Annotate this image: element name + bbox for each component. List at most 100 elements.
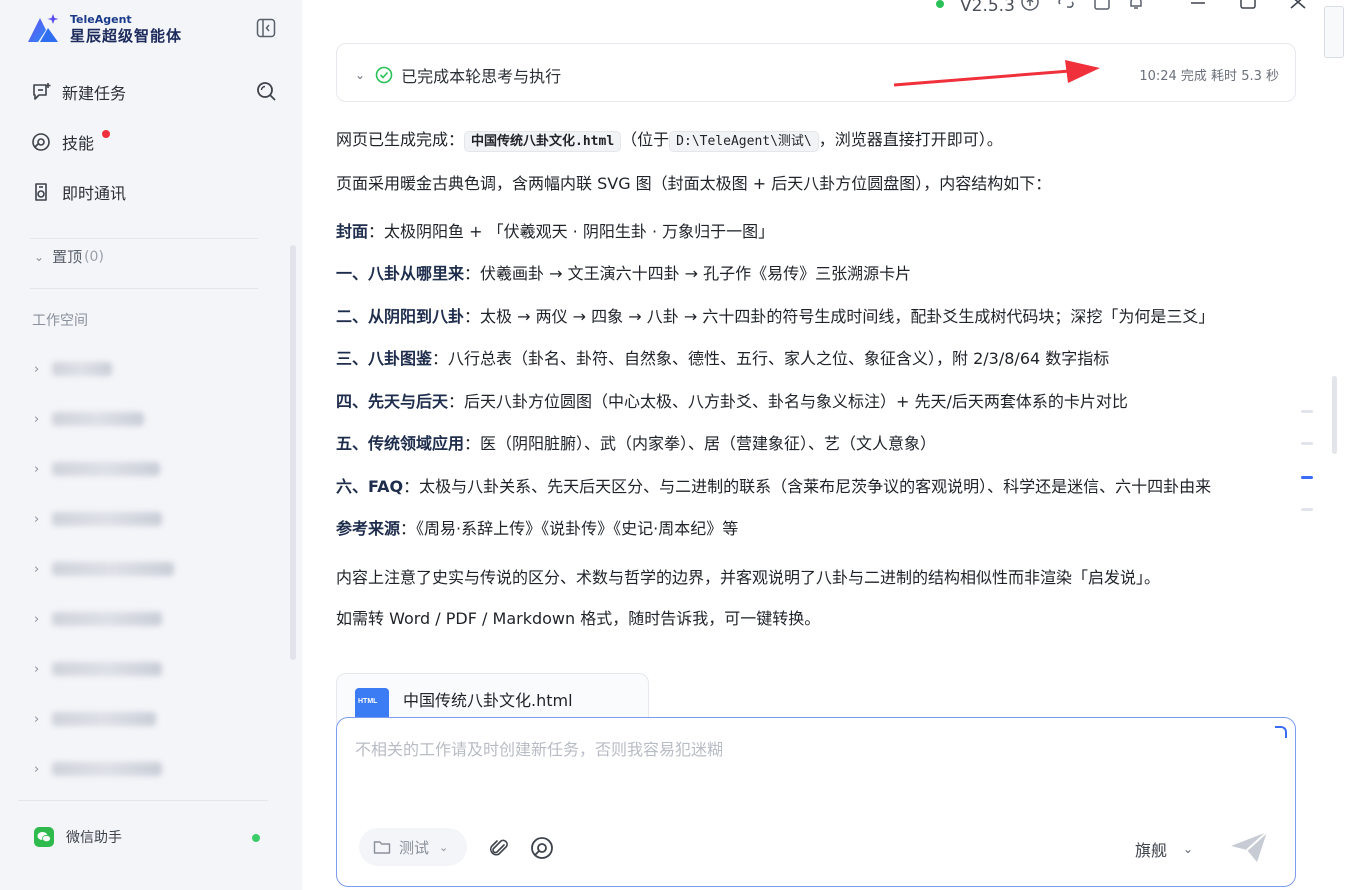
chevron-down-icon: ⌄ [439, 840, 449, 854]
section-line: 参考来源：《周易·系辞上传》《说卦传》《史记·周本纪》等 [336, 515, 738, 539]
minimap-marker[interactable] [1301, 508, 1313, 511]
connection-status-dot [936, 0, 944, 8]
path-code: D:\TeleAgent\测试\ [669, 131, 819, 152]
section-heading: 一、八卦从哪里来 [336, 264, 465, 283]
brand-name-cn: 星辰超级智能体 [70, 26, 183, 45]
logo-icon [28, 14, 59, 42]
workspace-item[interactable]: › [34, 606, 162, 632]
redacted-workspace-name [52, 462, 160, 476]
chevron-right-icon: › [34, 761, 40, 777]
workspace-item[interactable]: › [34, 356, 112, 382]
file-name-code: 中国传统八卦文化.html [464, 131, 622, 152]
model-selector[interactable]: 旗舰 ⌄ [1135, 837, 1193, 861]
section-line: 六、FAQ：太极与八卦关系、先天后天区分、与二进制的联系（含莱布尼茨争议的客观说… [336, 473, 1211, 497]
bell-icon[interactable] [1126, 0, 1146, 12]
redacted-workspace-name [52, 762, 162, 776]
composer: 测试 ⌄ 旗舰 ⌄ [336, 717, 1296, 887]
workspace-item[interactable]: › [34, 756, 162, 782]
skill-icon [32, 133, 50, 151]
sidebar-item-label: 即时通讯 [62, 184, 127, 203]
redacted-workspace-name [52, 712, 156, 726]
minimap-marker[interactable] [1301, 410, 1313, 413]
sidebar-item-label: 技能 [62, 134, 95, 153]
chevron-right-icon: › [34, 511, 40, 527]
workspace-item[interactable]: › [34, 506, 162, 532]
section-body: ：太极 → 两仪 → 四象 → 八卦 → 六十四卦的符号生成时间线，配卦爻生成树… [464, 307, 1215, 326]
divider [30, 238, 258, 239]
chevron-down-icon: ⌄ [34, 249, 45, 264]
section-heading: 二、从阴阳到八卦 [336, 307, 465, 326]
sidebar-item-skills[interactable]: 技能 [30, 130, 110, 154]
sidebar-item-instant-messaging[interactable]: 即时通讯 [30, 180, 126, 204]
workspace-item[interactable]: › [34, 406, 144, 432]
main-scrollbar[interactable] [1332, 376, 1337, 454]
workspace-item[interactable]: › [34, 706, 156, 732]
workspace-item[interactable]: › [34, 656, 162, 682]
sidebar: TeleAgent 星辰超级智能体 新建任务 技能 即时通讯 ⌄ 置顶 (0) … [0, 0, 302, 890]
minimize-icon[interactable] [1188, 0, 1208, 12]
redacted-workspace-name [52, 362, 112, 376]
chevron-right-icon: › [34, 361, 40, 377]
upload-icon[interactable] [1020, 0, 1040, 12]
section-line: 二、从阴阳到八卦：太极 → 两仪 → 四象 → 八卦 → 六十四卦的符号生成时间… [336, 303, 1214, 327]
send-icon[interactable] [1227, 828, 1271, 866]
maximize-icon[interactable] [1238, 0, 1258, 12]
close-icon[interactable] [1288, 0, 1308, 12]
workspace-title: 工作空间 [32, 313, 88, 329]
link-icon[interactable] [1056, 0, 1076, 12]
folder-selector[interactable]: 测试 ⌄ [359, 828, 467, 866]
folder-label: 测试 [399, 838, 430, 857]
sidebar-scrollbar[interactable] [290, 245, 296, 660]
workspace-item[interactable]: › [34, 556, 174, 582]
brand-name-en: TeleAgent [70, 12, 132, 26]
message-closing: 如需转 Word / PDF / Markdown 格式，随时告诉我，可一键转换… [336, 609, 821, 628]
app-logo[interactable]: TeleAgent 星辰超级智能体 [24, 12, 182, 46]
section-line: 三、八卦图鉴：八行总表（卦名、卦符、自然象、德性、五行、家人之位、象征含义），附… [336, 345, 1109, 369]
folder-icon [373, 841, 391, 854]
section-line: 四、先天与后天：后天八卦方位圆图（中心太极、八方卦爻、卦名与象义标注）+ 先天/… [336, 388, 1128, 412]
status-label: 已完成本轮思考与执行 [401, 67, 562, 86]
expand-corner-icon[interactable] [1275, 726, 1287, 738]
chevron-down-icon: ⌄ [1183, 842, 1194, 856]
status-card[interactable]: ⌄ 已完成本轮思考与执行 10:24 完成 耗时 5.3 秒 [336, 43, 1296, 102]
section-heading: 三、八卦图鉴 [336, 349, 433, 368]
section-body: ：伏羲画卦 → 文王演六十四卦 → 孔子作《易传》三张溯源卡片 [464, 264, 912, 283]
check-circle-icon [375, 66, 393, 84]
chevron-right-icon: › [34, 561, 40, 577]
sidebar-item-new-task[interactable]: 新建任务 [30, 80, 126, 104]
collapse-sidebar-icon[interactable] [256, 18, 276, 38]
section-heading: 封面 [336, 222, 369, 241]
minimap-marker[interactable] [1301, 442, 1313, 445]
skill-icon[interactable] [529, 835, 555, 861]
window-icon[interactable] [1092, 0, 1112, 12]
message-input[interactable] [355, 736, 1255, 806]
scrollbar-top-handle[interactable] [1324, 6, 1344, 58]
chevron-right-icon: › [34, 711, 40, 727]
chevron-right-icon: › [34, 661, 40, 677]
message-note: 内容上注意了史实与传说的区分、术数与哲学的边界，并客观说明了八卦与二进制的结构相… [336, 568, 1161, 587]
pinned-label: 置顶 [52, 248, 83, 266]
online-status-dot [252, 834, 260, 842]
minimap-marker-active[interactable] [1301, 476, 1313, 479]
status-time: 10:24 完成 耗时 5.3 秒 [1139, 69, 1279, 84]
redacted-workspace-name [52, 512, 162, 526]
section-line: 封面：太极阴阳鱼 + 「伏羲观天 · 阴阳生卦 · 万象归于一图」 [336, 218, 774, 242]
pinned-section-toggle[interactable]: ⌄ 置顶 (0) [34, 246, 104, 267]
section-body: ：医（阴阳脏腑）、武（内家拳）、居（营建象征）、艺（文人意象） [464, 434, 937, 453]
annotation-arrow-icon [893, 60, 1100, 87]
workspace-item[interactable]: › [34, 456, 160, 482]
file-name: 中国传统八卦文化.html [403, 691, 573, 710]
message-line: 网页已生成完成： 中国传统八卦文化.html （位于 D:\TeleAgent\测试\… [336, 126, 1003, 152]
divider [30, 288, 258, 289]
section-body: ：太极阴阳鱼 + 「伏羲观天 · 阴阳生卦 · 万象归于一图」 [368, 222, 775, 241]
version-label: V2.5.3 [960, 0, 1015, 16]
notification-dot [102, 130, 110, 138]
pinned-count: (0) [84, 248, 104, 265]
paperclip-icon[interactable] [487, 836, 511, 860]
chat-icon [35, 183, 47, 201]
search-icon[interactable] [255, 80, 277, 102]
wechat-assistant-item[interactable]: 微信助手 [18, 810, 284, 864]
section-heading: 五、传统领域应用 [336, 434, 465, 453]
text: ，浏览器直接打开即可）。 [818, 130, 1003, 149]
section-body: ：后天八卦方位圆图（中心太极、八方卦爻、卦名与象义标注）+ 先天/后天两套体系的… [448, 392, 1128, 411]
